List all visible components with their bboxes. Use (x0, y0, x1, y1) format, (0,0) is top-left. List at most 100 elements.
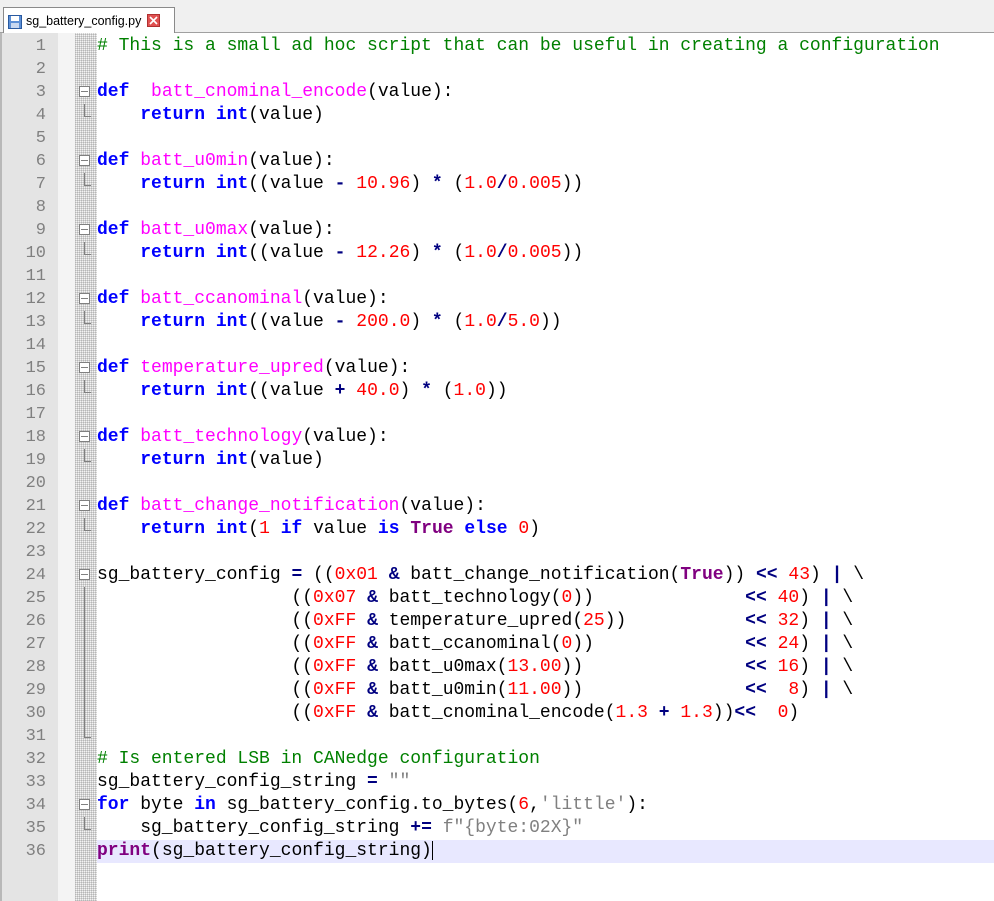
fold-toggle-icon[interactable] (79, 431, 90, 442)
fold-markers (75, 35, 97, 863)
code-line[interactable]: ((0x07 & batt_technology(0)) << 40) | \ (97, 587, 994, 610)
code-token: def (97, 289, 130, 309)
code-line[interactable] (97, 58, 994, 81)
code-line[interactable] (97, 196, 994, 219)
code-line[interactable]: ((0xFF & batt_ccanominal(0)) << 24) | \ (97, 633, 994, 656)
code-token: << (745, 657, 767, 677)
code-token: batt_technology( (377, 588, 562, 608)
fold-toggle-icon[interactable] (79, 293, 90, 304)
code-token: 0.005 (507, 174, 562, 194)
code-token: (value): (367, 82, 454, 102)
code-token: (( (97, 588, 314, 608)
code-line[interactable]: ((0xFF & batt_u0min(11.00)) << 8) | \ (97, 679, 994, 702)
fold-toggle-icon[interactable] (79, 500, 90, 511)
code-token: (( (97, 703, 314, 723)
code-line[interactable] (97, 334, 994, 357)
fold-toggle-icon[interactable] (79, 86, 90, 97)
code-token: * (431, 243, 443, 263)
code-line[interactable]: def batt_ccanominal(value): (97, 288, 994, 311)
code-token: | (831, 565, 843, 585)
code-line[interactable]: return int((value - 12.26) * (1.0/0.005)… (97, 242, 994, 265)
code-line[interactable] (97, 127, 994, 150)
code-line[interactable]: def batt_cnominal_encode(value): (97, 81, 994, 104)
code-line[interactable]: return int((value - 10.96) * (1.0/0.005)… (97, 173, 994, 196)
code-line[interactable]: sg_battery_config_string += f"{byte:02X}… (97, 817, 994, 840)
code-line[interactable] (97, 541, 994, 564)
code-line[interactable]: def batt_u0max(value): (97, 219, 994, 242)
code-line[interactable]: # This is a small ad hoc script that can… (97, 35, 994, 58)
code-token: ) (788, 703, 800, 723)
fold-toggle-icon[interactable] (79, 224, 90, 235)
code-token: ) (799, 611, 821, 631)
file-tab[interactable]: sg_battery_config.py (3, 7, 175, 33)
code-line[interactable]: sg_battery_config_string = "" (97, 771, 994, 794)
code-line[interactable]: def batt_technology(value): (97, 426, 994, 449)
code-token: ) (799, 657, 821, 677)
code-line[interactable]: sg_battery_config = ((0x01 & batt_change… (97, 564, 994, 587)
code-line[interactable] (97, 472, 994, 495)
line-number: 21 (25, 497, 46, 516)
code-area[interactable]: # This is a small ad hoc script that can… (97, 35, 994, 863)
code-line[interactable]: return int(1 if value is True else 0) (97, 518, 994, 541)
fold-toggle-icon[interactable] (79, 362, 90, 373)
code-token: def (97, 151, 130, 171)
fold-line (84, 587, 85, 610)
fold-toggle-icon[interactable] (79, 155, 90, 166)
code-line[interactable]: return int((value + 40.0) * (1.0)) (97, 380, 994, 403)
code-line[interactable]: ((0xFF & batt_u0max(13.00)) << 16) | \ (97, 656, 994, 679)
code-token: return (140, 519, 206, 539)
fold-toggle-icon[interactable] (79, 799, 90, 810)
code-token: int (215, 312, 249, 332)
line-number: 8 (35, 198, 46, 217)
line-number: 20 (25, 474, 46, 493)
code-line[interactable]: def batt_change_notification(value): (97, 495, 994, 518)
code-token: 1 (259, 519, 270, 539)
code-line[interactable] (97, 403, 994, 426)
code-line[interactable]: for byte in sg_battery_config.to_bytes(6… (97, 794, 994, 817)
code-token: int (215, 519, 249, 539)
code-token: | (820, 657, 832, 677)
code-line[interactable]: def temperature_upred(value): (97, 357, 994, 380)
code-line[interactable]: def batt_u0min(value): (97, 150, 994, 173)
code-line[interactable]: ((0xFF & temperature_upred(25)) << 32) |… (97, 610, 994, 633)
line-number: 15 (25, 359, 46, 378)
code-line[interactable]: ((0xFF & batt_cnominal_encode(1.3 + 1.3)… (97, 702, 994, 725)
line-number: 18 (25, 428, 46, 447)
code-line[interactable]: print(sg_battery_config_string) (97, 840, 994, 863)
fold-toggle-icon[interactable] (79, 569, 90, 580)
bookmark-margin[interactable] (58, 33, 75, 901)
code-token: ) (529, 519, 541, 539)
code-line[interactable]: return int(value) (97, 449, 994, 472)
code-token: (( (97, 680, 314, 700)
code-token: for (97, 795, 130, 815)
code-token: ) (399, 381, 422, 401)
code-line[interactable]: # Is entered LSB in CANedge configuratio… (97, 748, 994, 771)
code-token: # This is a small ad hoc script that can… (97, 36, 940, 56)
code-token: batt_cnominal_encode( (377, 703, 616, 723)
code-token: return (140, 174, 206, 194)
code-token: (value): (248, 220, 335, 240)
code-token: \ (831, 657, 854, 677)
code-token: ) (410, 312, 432, 332)
code-line[interactable] (97, 725, 994, 748)
code-token: temperature_upred (140, 358, 324, 378)
code-token: (value) (248, 450, 324, 470)
line-number: 5 (35, 129, 46, 148)
code-line[interactable]: return int((value - 200.0) * (1.0/5.0)) (97, 311, 994, 334)
code-token: 1.3 (680, 703, 713, 723)
code-line[interactable] (97, 265, 994, 288)
code-token: sg_battery_config.to_bytes( (215, 795, 519, 815)
close-icon[interactable] (147, 14, 161, 27)
code-token: | (820, 634, 832, 654)
code-line[interactable]: return int(value) (97, 104, 994, 127)
code-token: int (215, 105, 249, 125)
